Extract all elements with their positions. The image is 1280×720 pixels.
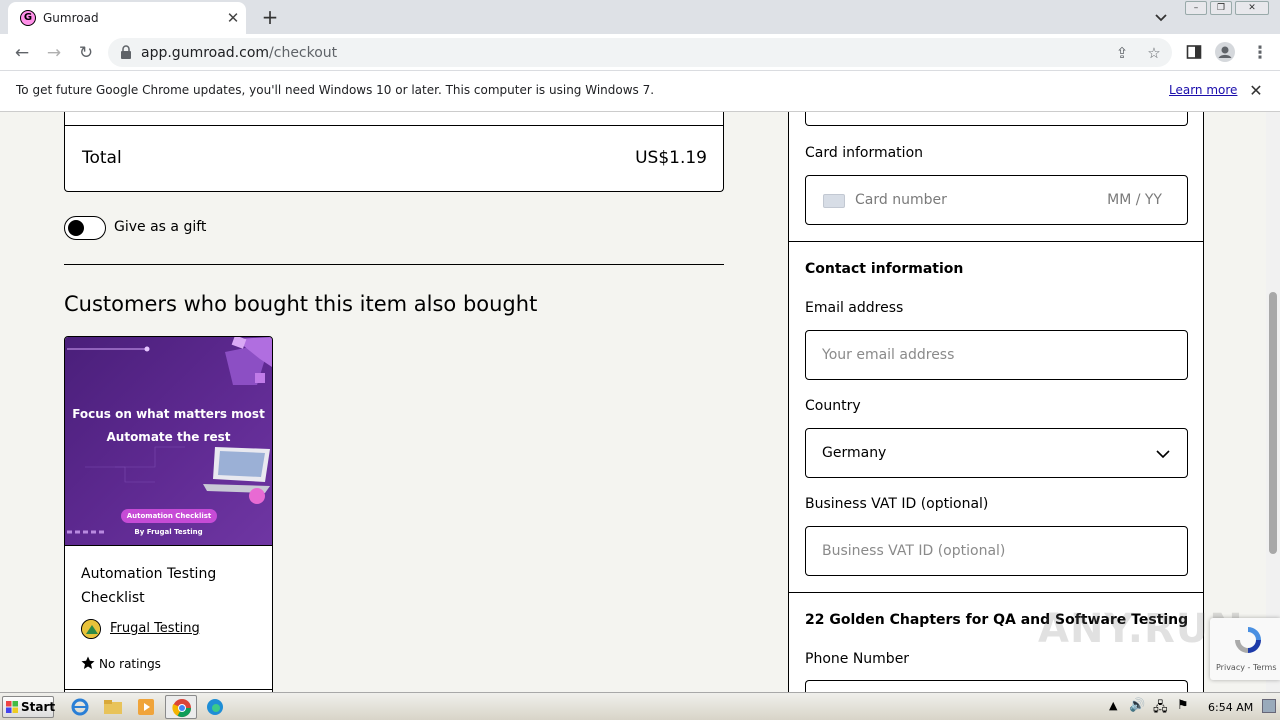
product-thumbnail[interactable]: Focus on what matters most Automate the …: [65, 337, 272, 546]
file-explorer-icon[interactable]: [102, 697, 124, 717]
also-bought-heading: Customers who bought this item also boug…: [64, 292, 538, 316]
gift-label: Give as a gift: [114, 219, 207, 235]
tab-close-icon[interactable]: ✕: [223, 8, 243, 28]
email-label: Email address: [805, 300, 904, 316]
browser-toolbar: ← → ↻ app.gumroad.com/checkout ⇪ ☆ ⋮: [0, 34, 1280, 71]
recaptcha-links[interactable]: Privacy - Terms: [1216, 663, 1277, 672]
order-summary-box: [64, 112, 724, 126]
system-tray: ▲ 🔊 🖧 ⚑: [1105, 696, 1280, 718]
card-number-field[interactable]: Card number MM / YY: [805, 175, 1188, 225]
tab-gumroad[interactable]: G Gumroad ✕: [8, 2, 246, 34]
learn-more-link[interactable]: Learn more: [1169, 83, 1237, 97]
recaptcha-icon: [1235, 627, 1261, 653]
country-label: Country: [805, 398, 861, 414]
edge-icon[interactable]: [204, 697, 226, 717]
minimize-button[interactable]: –: [1185, 1, 1207, 15]
page-scrollbar[interactable]: [1266, 112, 1280, 692]
tab-bar: G Gumroad ✕ + – ❐ ✕: [0, 0, 1280, 34]
gumroad-favicon-icon: G: [20, 10, 36, 26]
country-value: Germany: [822, 445, 887, 461]
card-number-placeholder: Card number: [855, 192, 947, 208]
thumbnail-headline-2: Automate the rest: [106, 430, 231, 444]
infobar-message: To get future Google Chrome updates, you…: [16, 83, 655, 97]
credit-card-icon: [823, 194, 845, 208]
total-value: US$1.19: [635, 148, 707, 168]
card-divider: [64, 689, 273, 690]
phone-field[interactable]: [805, 680, 1188, 692]
expiry-placeholder[interactable]: MM / YY: [1107, 192, 1162, 208]
total-row: Total US$1.19: [64, 126, 724, 192]
gift-toggle[interactable]: [64, 216, 106, 240]
back-arrow-icon[interactable]: ←: [10, 41, 34, 65]
product-card[interactable]: Focus on what matters most Automate the …: [64, 336, 273, 692]
creator-avatar: [81, 619, 101, 639]
restore-button[interactable]: ❐: [1210, 1, 1232, 15]
contact-heading: Contact information: [805, 261, 964, 277]
internet-explorer-icon[interactable]: [69, 697, 91, 717]
section-divider: [789, 592, 1203, 593]
network-icon[interactable]: 🖧: [1153, 698, 1168, 720]
recaptcha-badge[interactable]: Privacy - Terms: [1210, 618, 1280, 680]
reload-icon[interactable]: ↻: [74, 41, 98, 65]
lock-icon: [121, 45, 131, 59]
forward-arrow-icon[interactable]: →: [42, 41, 66, 65]
windows-taskbar: Start ▲ 🔊 🖧 ⚑ 6:54 AM: [0, 692, 1280, 720]
email-field[interactable]: [805, 330, 1188, 380]
phone-label: Phone Number: [805, 651, 910, 667]
start-label: Start: [21, 700, 56, 714]
section-divider: [64, 264, 724, 265]
toggle-knob: [68, 220, 84, 236]
star-icon: [81, 656, 95, 669]
update-infobar: To get future Google Chrome updates, you…: [0, 71, 1280, 112]
chrome-taskbar-button[interactable]: [165, 695, 197, 719]
checkout-page: Total US$1.19 Give as a gift Customers w…: [0, 112, 1266, 692]
address-bar[interactable]: app.gumroad.com/checkout ⇪ ☆: [108, 38, 1172, 67]
chevron-down-icon: [1156, 450, 1170, 459]
infobar-close-icon[interactable]: ✕: [1246, 81, 1266, 101]
card-info-label: Card information: [805, 145, 924, 161]
country-select[interactable]: Germany: [805, 428, 1188, 478]
volume-icon[interactable]: 🔊: [1129, 698, 1145, 713]
close-window-button[interactable]: ✕: [1235, 1, 1269, 15]
taskbar-clock[interactable]: 6:54 AM: [1208, 701, 1253, 714]
media-player-icon[interactable]: [135, 697, 157, 717]
thumbnail-headline-1: Focus on what matters most: [72, 407, 265, 421]
tray-expand-icon[interactable]: ▲: [1109, 699, 1117, 712]
show-desktop-icon[interactable]: [1262, 699, 1276, 713]
vat-field[interactable]: [805, 526, 1188, 576]
bookmark-star-icon[interactable]: ☆: [1144, 43, 1164, 63]
creator-link[interactable]: Frugal Testing: [110, 621, 200, 636]
thumbnail-byline: By Frugal Testing: [134, 528, 203, 536]
section-divider: [789, 241, 1203, 242]
previous-input-field[interactable]: [805, 112, 1188, 126]
side-panel-icon[interactable]: [1186, 44, 1202, 60]
total-label: Total: [82, 148, 122, 168]
product-title[interactable]: Automation Testing Checklist: [81, 562, 261, 610]
kebab-menu-icon[interactable]: ⋮: [1248, 41, 1272, 65]
scrollbar-thumb[interactable]: [1269, 292, 1277, 554]
vat-label: Business VAT ID (optional): [805, 496, 989, 512]
start-button[interactable]: Start: [2, 696, 56, 718]
checkout-form-panel: Card information Card number MM / YY Con…: [788, 112, 1204, 692]
thumbnail-badge: Automation Checklist: [121, 509, 217, 523]
share-icon[interactable]: ⇪: [1112, 43, 1132, 63]
action-center-flag-icon[interactable]: ⚑: [1177, 698, 1189, 713]
tab-search-chevron-icon[interactable]: [1150, 6, 1172, 28]
windows-flag-icon: [6, 701, 18, 713]
profile-avatar-icon[interactable]: [1215, 42, 1235, 62]
chrome-icon: [172, 699, 191, 718]
ratings-text: No ratings: [99, 657, 161, 671]
new-tab-button[interactable]: +: [258, 6, 282, 28]
url-text: app.gumroad.com/checkout: [141, 45, 338, 61]
tab-title: Gumroad: [43, 11, 99, 25]
